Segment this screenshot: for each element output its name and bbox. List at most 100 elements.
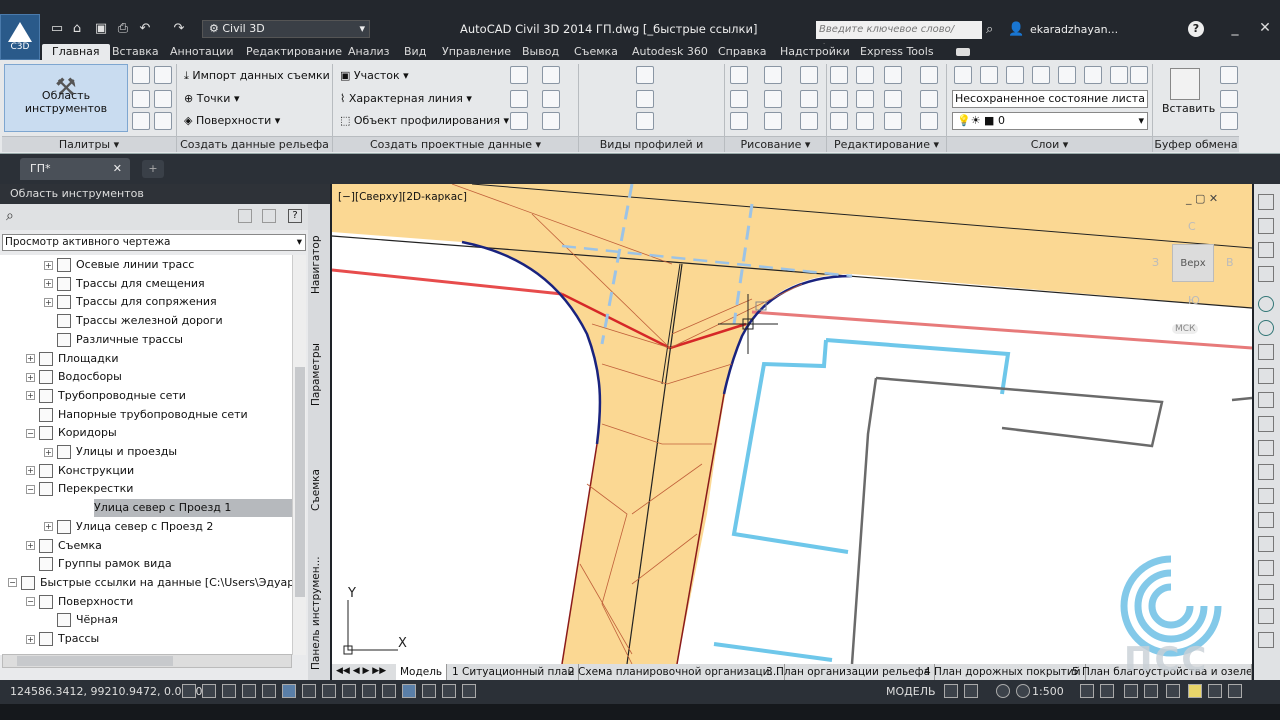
tree-item[interactable]: + Площадки <box>26 350 119 368</box>
group-layers[interactable]: Слои ▾ <box>947 136 1152 152</box>
tree-vertical-scrollbar[interactable] <box>292 255 306 655</box>
application-menu-button[interactable]: C3D <box>0 14 40 60</box>
tree-item[interactable]: Различные трассы <box>44 331 183 349</box>
auto-scale-icon[interactable] <box>1100 684 1114 698</box>
group-profile-section[interactable]: Виды профилей и сечений <box>579 136 724 167</box>
search-icon[interactable]: ⌕ <box>986 22 993 37</box>
clean-screen-icon[interactable] <box>1228 684 1242 698</box>
expand-icon[interactable]: + <box>26 354 35 363</box>
scroll-thumb[interactable] <box>17 656 173 666</box>
right-tool-icon-5[interactable] <box>1258 344 1274 360</box>
layer-properties-icon[interactable] <box>954 66 972 84</box>
tree-item[interactable]: + Трассы для смещения <box>44 275 205 293</box>
layout-nav-arrows[interactable]: ◀◀ ◀ ▶ ▶▶ <box>336 666 386 676</box>
osnap-icon[interactable] <box>282 684 296 698</box>
tab-insert[interactable]: Вставка <box>112 44 159 60</box>
open-file-icon[interactable]: ⌂ <box>68 20 86 38</box>
new-tab-icon[interactable]: + <box>142 160 164 178</box>
expand-icon[interactable]: + <box>44 447 53 457</box>
tab-home[interactable]: Главная <box>42 44 110 60</box>
panel-help-icon[interactable]: ? <box>288 209 302 223</box>
copy-icon[interactable] <box>830 90 848 108</box>
quick-view-layouts-icon[interactable] <box>944 684 958 698</box>
group-modify[interactable]: Редактирование ▾ <box>827 136 946 152</box>
collapse-icon[interactable]: − <box>26 597 35 607</box>
pan-icon[interactable] <box>996 684 1010 698</box>
viewcube-top[interactable]: Верх <box>1172 244 1214 282</box>
tree-item[interactable]: − Перекрестки <box>26 480 133 498</box>
paste-label[interactable]: Вставить <box>1162 102 1215 115</box>
points-button[interactable]: ⊕ Точки ▾ <box>184 92 240 105</box>
infer-constraints-icon[interactable] <box>182 684 196 698</box>
tree-item[interactable]: + Конструкции <box>26 462 134 480</box>
layer-current-icon[interactable] <box>1130 66 1148 84</box>
annotation-visibility-icon[interactable] <box>1080 684 1094 698</box>
workspace-switch-icon[interactable] <box>1124 684 1138 698</box>
explode-icon[interactable] <box>920 90 938 108</box>
trim-icon[interactable] <box>884 66 902 84</box>
workspace-select[interactable]: ⚙ Civil 3D ▾ <box>202 20 370 38</box>
mirror-icon[interactable] <box>856 90 874 108</box>
layout-tab-1[interactable]: 1 Ситуационный план <box>448 664 580 680</box>
selection-cycling-icon[interactable] <box>442 684 456 698</box>
tab-view[interactable]: Вид <box>404 44 426 60</box>
move-icon[interactable] <box>800 66 818 84</box>
copy-clip-icon[interactable] <box>1220 90 1238 108</box>
tab-addins[interactable]: Надстройки <box>780 44 850 60</box>
feature-line-button[interactable]: ⌇ Характерная линия ▾ <box>340 92 472 105</box>
view-select[interactable]: Просмотр активного чертежа ▾ <box>2 234 306 251</box>
layer-match-icon[interactable] <box>1110 66 1128 84</box>
layer-state-select[interactable]: Несохраненное состояние листа▾ <box>952 90 1148 121</box>
array-icon[interactable] <box>884 112 902 130</box>
drawing-canvas[interactable] <box>332 184 1252 664</box>
tree-item[interactable]: + Трассы <box>26 630 99 648</box>
coordinate-readout[interactable]: 124586.3412, 99210.9472, 0.0000 <box>10 685 202 698</box>
parcel-button[interactable]: ▣ Участок ▾ <box>340 69 409 82</box>
model-space-viewport[interactable] <box>332 184 1252 664</box>
move-tool-icon[interactable] <box>830 66 848 84</box>
tree-item[interactable]: + Улица север с Проезд 2 <box>44 518 213 536</box>
help-icon[interactable]: ? <box>1188 21 1204 37</box>
zoom-search-icon[interactable]: ⌕ <box>6 208 14 224</box>
right-tool-icon-6[interactable] <box>1258 368 1274 384</box>
expand-icon[interactable]: + <box>26 541 35 550</box>
layer-freeze-icon[interactable] <box>1058 66 1076 84</box>
palette-icon-4[interactable] <box>154 90 172 108</box>
corridor-icon[interactable] <box>542 90 560 108</box>
expand-icon[interactable]: + <box>44 297 53 307</box>
erase-icon[interactable] <box>920 66 938 84</box>
model-space-button[interactable]: МОДЕЛЬ <box>886 685 936 698</box>
orbit-icon[interactable] <box>1258 320 1274 336</box>
account-icon[interactable]: 👤 <box>1008 22 1024 37</box>
tree-item[interactable]: + Съемка <box>26 537 102 555</box>
tree-item[interactable]: − Коридоры <box>26 424 117 442</box>
expand-icon[interactable]: + <box>26 372 35 382</box>
layout-tab-model[interactable]: Модель <box>396 664 448 680</box>
tab-survey[interactable]: Съемка <box>574 44 618 60</box>
tab-express-tools[interactable]: Express Tools <box>860 44 934 60</box>
quick-view-drawings-icon[interactable] <box>964 684 978 698</box>
tree-item[interactable]: + Улицы и проезды <box>44 443 177 461</box>
tree-item[interactable]: + Осевые линии трасс <box>44 256 194 274</box>
otrack-icon[interactable] <box>322 684 336 698</box>
layer-states-icon[interactable] <box>980 66 998 84</box>
layout-tab-3[interactable]: 3 План организации рельефа <box>762 664 936 680</box>
minimize-icon[interactable]: _ <box>1222 20 1248 40</box>
arc-icon[interactable] <box>764 90 782 108</box>
lineweight-icon[interactable] <box>382 684 396 698</box>
file-tab-gp[interactable]: ГП* ✕ <box>20 158 130 180</box>
panel-tool-icon-1[interactable] <box>238 209 252 223</box>
right-tool-icon-16[interactable] <box>1258 608 1274 624</box>
region-icon[interactable] <box>764 112 782 130</box>
status-menu-icon[interactable] <box>1208 684 1222 698</box>
intersection-icon[interactable] <box>542 66 560 84</box>
tab-modify[interactable]: Редактирование <box>246 44 342 60</box>
ortho-icon[interactable] <box>242 684 256 698</box>
rectangle-icon[interactable] <box>800 90 818 108</box>
undo-icon[interactable]: ↶ <box>136 20 154 38</box>
group-clipboard[interactable]: Буфер обмена <box>1153 136 1239 152</box>
scale-icon[interactable] <box>856 112 874 130</box>
globe-icon[interactable] <box>1258 296 1274 312</box>
save-icon[interactable]: ▣ <box>92 20 110 38</box>
print-icon[interactable]: ⎙ <box>114 20 132 38</box>
